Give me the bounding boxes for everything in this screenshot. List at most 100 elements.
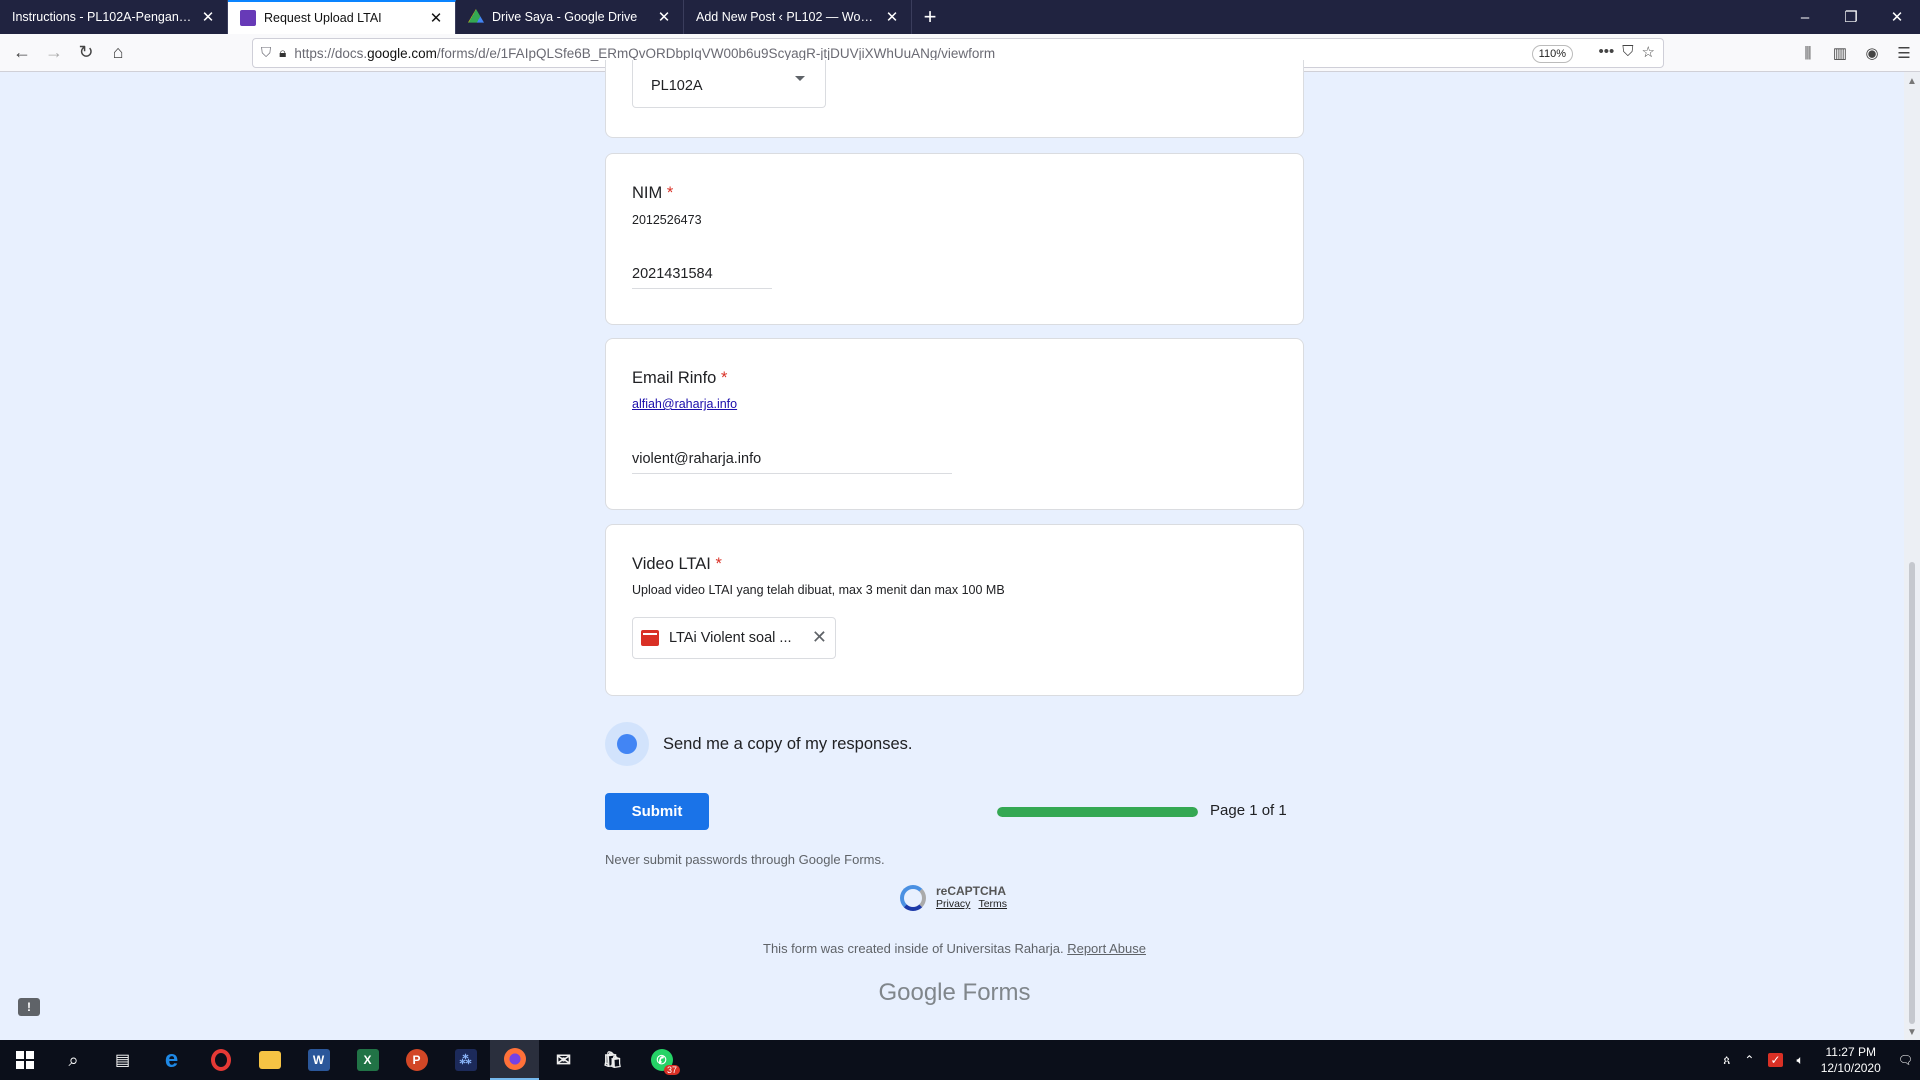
volume-icon[interactable]: 🔈︎ [1797, 1053, 1804, 1068]
send-copy-option[interactable]: Send me a copy of my responses. [605, 722, 912, 766]
close-icon[interactable]: ✕ [655, 8, 673, 26]
google-forms-logo[interactable]: Google Forms [605, 979, 1304, 1007]
question-description: Upload video LTAI yang telah dibuat, max… [632, 583, 1005, 597]
recaptcha-icon [900, 885, 926, 911]
home-icon[interactable]: ⌂ [102, 37, 134, 69]
tab-title: Instructions - PL102A-Pengantar Te [12, 10, 193, 24]
restore-icon[interactable]: ❐ [1828, 0, 1874, 34]
library-icon[interactable]: ⫼ [1792, 37, 1824, 69]
password-warning: Never submit passwords through Google Fo… [605, 852, 885, 867]
email-input[interactable]: violent@raharja.info [632, 451, 952, 474]
new-tab-button[interactable]: + [912, 0, 948, 34]
more-actions-icon[interactable]: ••• [1599, 43, 1615, 61]
back-icon[interactable]: ← [6, 37, 38, 69]
scroll-thumb[interactable] [1909, 562, 1915, 1024]
powerpoint-icon[interactable]: P [392, 1040, 441, 1080]
required-mark: * [720, 369, 728, 387]
tab-instructions[interactable]: Instructions - PL102A-Pengantar Te ✕ [0, 0, 228, 34]
clock-date: 12/10/2020 [1820, 1061, 1881, 1075]
system-tray: ጰ ⌃ ✓ 🔈︎ 11:27 PM 12/10/2020 🗨︎ [1716, 1040, 1920, 1080]
scroll-down-icon[interactable]: ▼ [1907, 1027, 1917, 1038]
scroll-up-icon[interactable]: ▲ [1907, 76, 1917, 87]
url-prefix: https://docs. [294, 45, 368, 61]
scrollbar[interactable]: ▲ ▼ [1904, 72, 1920, 1040]
close-icon[interactable]: ✕ [199, 8, 217, 26]
word-icon[interactable]: W [294, 1040, 343, 1080]
excel-icon[interactable]: X [343, 1040, 392, 1080]
pocket-icon[interactable]: ⛉ [1622, 43, 1633, 61]
feedback-icon[interactable]: ! [18, 998, 40, 1016]
file-name: LTAi Violent soal ... [669, 630, 792, 646]
account-icon[interactable]: ◉ [1856, 37, 1888, 69]
firefox-icon[interactable] [490, 1040, 539, 1080]
tab-title: Request Upload LTAI [264, 11, 382, 25]
report-abuse-link[interactable]: Report Abuse [1067, 941, 1146, 956]
chevron-up-icon[interactable]: ⌃ [1744, 1053, 1754, 1067]
question-description: 2012526473 [632, 213, 702, 227]
lock-icon[interactable]: 🔒︎ [279, 45, 286, 61]
submit-button[interactable]: Submit [605, 793, 709, 830]
question-title-text: NIM [632, 184, 663, 202]
people-icon[interactable]: ጰ [1723, 1053, 1730, 1068]
drive-favicon-icon [468, 9, 484, 23]
store-icon[interactable]: 🛍︎ [588, 1040, 637, 1080]
tab-title: Drive Saya - Google Drive [492, 10, 638, 24]
email-link[interactable]: alfiah@raharja.info [632, 397, 737, 411]
task-view-icon[interactable]: ▤ [98, 1040, 147, 1080]
brand-google: Google [878, 979, 956, 1006]
url-path: /forms/d/e/1FAIpQLSfe6B_ERmQvORDbpIqVW00… [436, 45, 996, 61]
nim-input[interactable]: 2021431584 [632, 266, 772, 289]
class-dropdown[interactable]: PL102A [632, 60, 826, 108]
email-question-card: Email Rinfo * alfiah@raharja.info violen… [605, 338, 1304, 510]
class-question-card: PL102A [605, 60, 1304, 138]
zoom-indicator[interactable]: 110% [1531, 45, 1573, 63]
progress-fill [997, 807, 1198, 817]
close-icon[interactable]: ✕ [427, 9, 445, 27]
video-file-icon [641, 630, 659, 646]
question-title-text: Video LTAI [632, 555, 711, 573]
progress-bar [997, 807, 1198, 817]
opera-icon[interactable] [196, 1040, 245, 1080]
send-copy-checkbox[interactable] [605, 722, 649, 766]
windows-taskbar: ⌕ ▤ e W X P ⁂ ✉ 🛍︎ ✆ 37 ጰ ⌃ ✓ 🔈︎ 11:27 P… [0, 1040, 1920, 1080]
security-app-icon[interactable]: ✓ [1768, 1053, 1783, 1067]
question-title-text: Email Rinfo [632, 369, 717, 387]
close-icon[interactable]: ✕ [883, 8, 901, 26]
remove-file-icon[interactable]: ✕ [812, 627, 827, 648]
bookmark-star-icon[interactable]: ☆ [1642, 43, 1655, 61]
notifications-icon[interactable]: 🗨︎ [1898, 1053, 1913, 1067]
tab-google-drive[interactable]: Drive Saya - Google Drive ✕ [456, 0, 684, 34]
url-host: google.com [367, 45, 437, 61]
question-title: NIM * [632, 184, 673, 203]
reload-icon[interactable]: ↻ [70, 37, 102, 69]
minimize-icon[interactable]: – [1782, 0, 1828, 34]
tab-request-upload[interactable]: Request Upload LTAI ✕ [228, 0, 456, 34]
clock[interactable]: 11:27 PM 12/10/2020 [1821, 1044, 1881, 1076]
page-indicator: Page 1 of 1 [1210, 802, 1287, 819]
mail-icon[interactable]: ✉ [539, 1040, 588, 1080]
nim-question-card: NIM * 2012526473 2021431584 [605, 153, 1304, 325]
file-explorer-icon[interactable] [245, 1040, 294, 1080]
edge-icon[interactable]: e [147, 1040, 196, 1080]
menu-icon[interactable]: ☰ [1888, 37, 1920, 69]
radio-dot [617, 734, 637, 754]
forward-icon[interactable]: → [38, 37, 70, 69]
uploaded-file-chip[interactable]: LTAi Violent soal ... ✕ [632, 617, 836, 659]
close-window-icon[interactable]: ✕ [1874, 0, 1920, 34]
video-question-card: Video LTAI * Upload video LTAI yang tela… [605, 524, 1304, 696]
terms-link[interactable]: Terms [978, 898, 1007, 910]
clock-time: 11:27 PM [1825, 1045, 1876, 1059]
whatsapp-icon[interactable]: ✆ 37 [637, 1040, 686, 1080]
dropdown-value: PL102A [651, 77, 703, 94]
shield-icon[interactable]: ⛉ [261, 45, 271, 61]
windows-start-icon[interactable] [0, 1040, 49, 1080]
tab-wordpress[interactable]: Add New Post ‹ PL102 — WordPres ✕ [684, 0, 912, 34]
required-mark: * [666, 184, 674, 202]
tab-bar: Instructions - PL102A-Pengantar Te ✕ Req… [0, 0, 1920, 34]
sidebar-icon[interactable]: ▥ [1824, 37, 1856, 69]
notification-badge: 37 [663, 1065, 680, 1075]
search-icon[interactable]: ⌕ [49, 1040, 98, 1080]
form-origin-note: This form was created inside of Universi… [605, 941, 1304, 956]
app-icon[interactable]: ⁂ [441, 1040, 490, 1080]
privacy-link[interactable]: Privacy [936, 898, 970, 910]
